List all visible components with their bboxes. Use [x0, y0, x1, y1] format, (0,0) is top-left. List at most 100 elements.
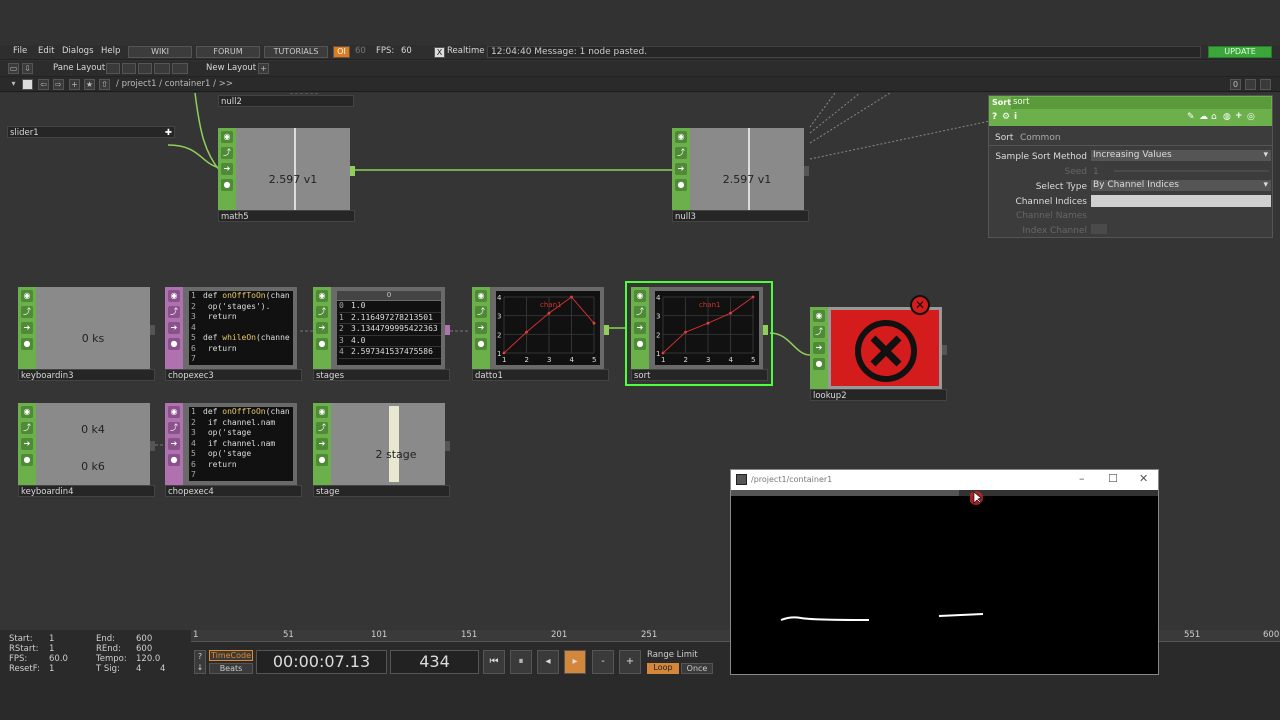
- viewer-icon[interactable]: ◉: [316, 290, 328, 302]
- globe-icon[interactable]: ◍: [1223, 112, 1231, 122]
- stages-node[interactable]: ◉ ⤴ ➔ ● 0 0 1.0 1 2.116497278213501 2 3.13447…: [313, 287, 450, 381]
- menu-dialogs[interactable]: Dialogs: [62, 46, 94, 56]
- output-port[interactable]: [445, 325, 450, 335]
- maximize-icon[interactable]: ☐: [1108, 472, 1118, 485]
- menu-help[interactable]: Help: [101, 46, 120, 56]
- forward-icon[interactable]: ⇨: [53, 79, 64, 90]
- viewer-window[interactable]: /project1/container1 – ☐ ✕: [730, 469, 1159, 675]
- export-icon[interactable]: ⇩: [22, 63, 33, 74]
- stop-icon[interactable]: [22, 79, 33, 90]
- layout-split-v-icon[interactable]: [138, 63, 152, 74]
- bypass-icon[interactable]: ⤴: [813, 326, 825, 338]
- realtime-checkbox[interactable]: X: [434, 47, 445, 58]
- sort-node[interactable]: ◉ ⤴ ➔ ● 1 2 3 4 5 1 2 3 4 chan1 sort: [625, 281, 773, 386]
- display-icon[interactable]: ➔: [813, 342, 825, 354]
- tempo-value[interactable]: 120.0: [136, 654, 160, 664]
- output-port[interactable]: [942, 345, 947, 355]
- lock-icon[interactable]: ●: [675, 179, 687, 191]
- lock-icon[interactable]: ●: [168, 338, 180, 350]
- pane-split-icon[interactable]: [1245, 79, 1256, 90]
- display-icon[interactable]: ➔: [21, 438, 33, 450]
- add-param-icon[interactable]: +: [1235, 111, 1243, 121]
- layout-quad-icon[interactable]: [172, 63, 188, 74]
- bypass-icon[interactable]: ⤴: [168, 306, 180, 318]
- tab-sort[interactable]: Sort: [995, 133, 1013, 143]
- op-name-field[interactable]: sort: [1011, 97, 1271, 109]
- beats-toggle[interactable]: Beats: [209, 663, 253, 674]
- pane-max-icon[interactable]: [1260, 79, 1271, 90]
- null3-node[interactable]: ◉ ⤴ ➔ ● 2.597 v1 null3: [672, 128, 809, 222]
- update-button[interactable]: UPDATE: [1208, 46, 1272, 58]
- null2-label[interactable]: null2: [218, 95, 354, 107]
- add-icon[interactable]: +: [69, 79, 80, 90]
- bypass-icon[interactable]: ⤴: [221, 147, 233, 159]
- chopexec4-node[interactable]: ◉ ⤴ ➔ ● 1 def onOffToOn(chan 2 if channel.…: [165, 403, 302, 497]
- display-icon[interactable]: ➔: [316, 322, 328, 334]
- close-icon[interactable]: ✕: [1139, 472, 1148, 485]
- output-port[interactable]: [763, 325, 768, 335]
- display-icon[interactable]: ➔: [221, 163, 233, 175]
- layout-split-h-icon[interactable]: [122, 63, 136, 74]
- viewer-icon[interactable]: ◉: [21, 406, 33, 418]
- layout-triple-icon[interactable]: [154, 63, 170, 74]
- resetf-value[interactable]: 1: [49, 664, 54, 674]
- timecode-toggle[interactable]: TimeCode: [209, 650, 253, 661]
- menu-file[interactable]: File: [13, 46, 27, 56]
- lock-icon[interactable]: ●: [21, 454, 33, 466]
- display-icon[interactable]: ➔: [168, 438, 180, 450]
- output-port[interactable]: [445, 441, 450, 451]
- help-icon[interactable]: ?: [992, 112, 997, 122]
- forum-button[interactable]: FORUM: [196, 46, 260, 58]
- bypass-icon[interactable]: ⤴: [475, 306, 487, 318]
- wiki-button[interactable]: WIKI: [128, 46, 192, 58]
- fps-value-tl[interactable]: 60.0: [49, 654, 68, 664]
- tsig-a[interactable]: 4: [136, 664, 141, 674]
- viewer-icon[interactable]: ◉: [675, 131, 687, 143]
- viewer-slider-track[interactable]: [731, 490, 1158, 496]
- edit-icon[interactable]: ✎: [1187, 112, 1195, 122]
- pane-icon[interactable]: ▭: [8, 63, 19, 74]
- output-port[interactable]: [150, 441, 155, 451]
- rend-value[interactable]: 600: [136, 644, 152, 654]
- tutorials-button[interactable]: TUTORIALS: [264, 46, 328, 58]
- collapse-toggle[interactable]: ? ↓: [194, 650, 206, 674]
- up-icon[interactable]: ⇧: [99, 79, 110, 90]
- lock-icon[interactable]: ●: [221, 179, 233, 191]
- display-icon[interactable]: ➔: [21, 322, 33, 334]
- comment-icon[interactable]: ☁: [1199, 112, 1208, 122]
- rewind-icon[interactable]: ⏮: [483, 650, 505, 674]
- lock-icon[interactable]: ●: [316, 338, 328, 350]
- dropdown-icon[interactable]: ▾: [8, 79, 19, 90]
- step-plus-icon[interactable]: +: [619, 650, 641, 674]
- end-value[interactable]: 600: [136, 634, 152, 644]
- slider1-label[interactable]: slider1 ✚: [7, 126, 175, 138]
- time-display[interactable]: 00:00:07.13: [256, 650, 387, 674]
- once-button[interactable]: Once: [681, 663, 713, 674]
- error-badge-icon[interactable]: ✕: [910, 295, 930, 315]
- oi-button[interactable]: OI: [333, 46, 350, 58]
- menu-edit[interactable]: Edit: [38, 46, 54, 56]
- viewer-icon[interactable]: ◉: [21, 290, 33, 302]
- tag-icon[interactable]: ⌂: [1211, 112, 1217, 122]
- layout-single-icon[interactable]: [106, 63, 120, 74]
- keyboardin4-node[interactable]: ◉ ⤴ ➔ ● 0 k4 0 k6 keyboardin4: [18, 403, 155, 497]
- bypass-icon[interactable]: ⤴: [634, 306, 646, 318]
- bookmark-icon[interactable]: ★: [84, 79, 95, 90]
- select-type-menu[interactable]: By Channel Indices ▾: [1091, 180, 1271, 191]
- display-icon[interactable]: ➔: [675, 163, 687, 175]
- display-icon[interactable]: ➔: [475, 322, 487, 334]
- bypass-icon[interactable]: ⤴: [21, 306, 33, 318]
- display-icon[interactable]: ➔: [634, 322, 646, 334]
- back-icon[interactable]: ⇦: [38, 79, 49, 90]
- python-help-icon[interactable]: ⚙: [1002, 112, 1010, 122]
- lock-icon[interactable]: ●: [634, 338, 646, 350]
- minimize-icon[interactable]: –: [1079, 472, 1085, 485]
- lock-icon[interactable]: ●: [813, 358, 825, 370]
- output-port[interactable]: [150, 325, 155, 335]
- loop-button[interactable]: Loop: [647, 663, 679, 674]
- target-icon[interactable]: ◎: [1247, 112, 1255, 122]
- display-icon[interactable]: ➔: [168, 322, 180, 334]
- tsig-b[interactable]: 4: [160, 664, 165, 674]
- step-minus-icon[interactable]: -: [592, 650, 614, 674]
- rstart-value[interactable]: 1: [49, 644, 54, 654]
